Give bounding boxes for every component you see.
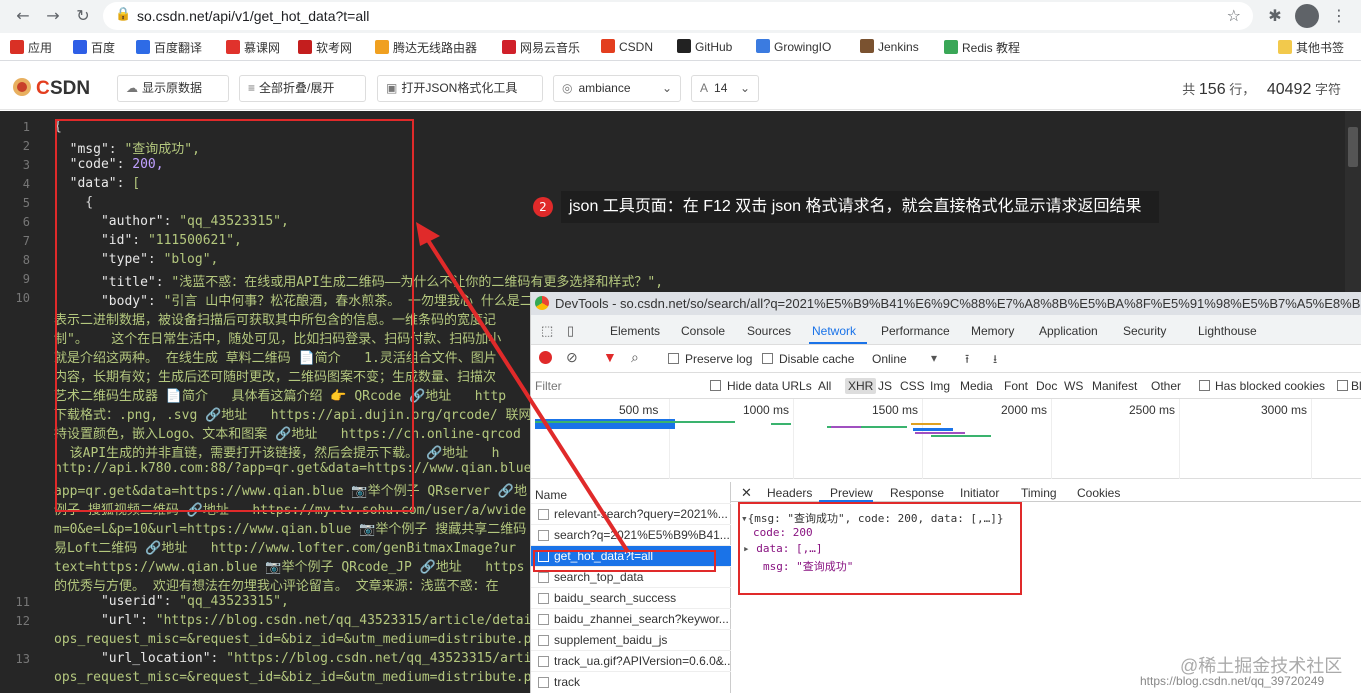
annotation-arrow — [416, 222, 630, 554]
watermark-url: https://blog.csdn.net/qq_39720249 — [1140, 674, 1325, 688]
arrow-line — [422, 232, 630, 554]
